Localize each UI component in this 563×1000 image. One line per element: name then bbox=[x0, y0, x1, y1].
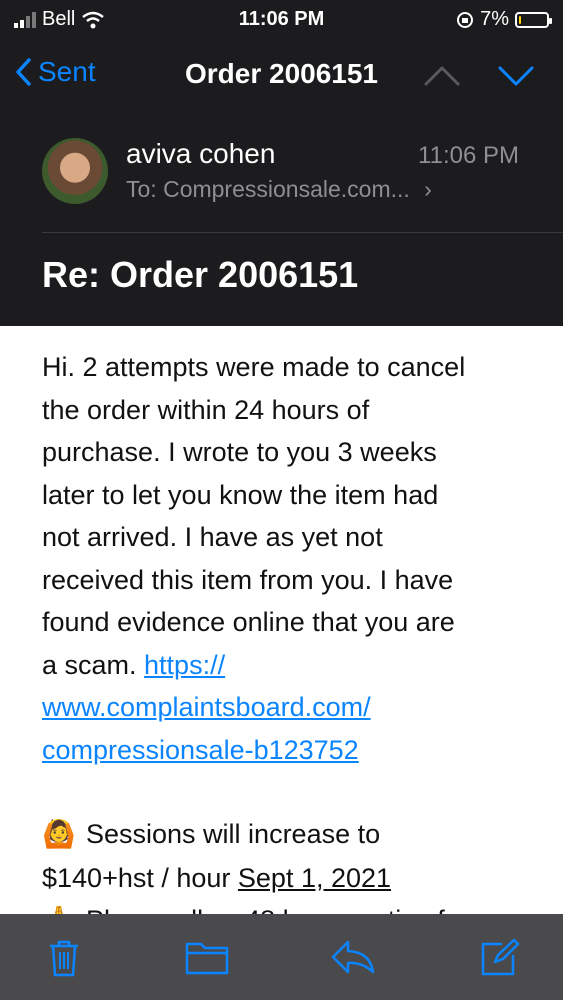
orientation-lock-icon bbox=[457, 11, 474, 28]
compose-icon[interactable] bbox=[478, 938, 520, 978]
link[interactable]: compressionsale-b123752 bbox=[42, 735, 359, 765]
body-line: received this item from you. I have bbox=[42, 564, 454, 595]
body-line: later to let you know the item had bbox=[42, 479, 439, 510]
body-line: Hi. 2 attempts were made to cancel bbox=[42, 352, 466, 382]
email-header: aviva cohen 11:06 PM To: Compressionsale… bbox=[0, 114, 563, 326]
battery-icon bbox=[515, 11, 552, 28]
message-text: Hi. 2 attempts were made to cancel the o… bbox=[42, 346, 532, 914]
to-label: To: bbox=[126, 176, 157, 202]
body-text: a scam. bbox=[42, 649, 145, 680]
signature-line: $140+hst / hour Sept 1, 2021 bbox=[42, 857, 532, 900]
battery-percent: 7% bbox=[480, 8, 509, 30]
signature-line: 🙏 Please allow 48 hours notice for bbox=[42, 899, 532, 914]
body-line: purchase. I wrote to you 3 weeks bbox=[42, 437, 437, 467]
recipient-row[interactable]: To: Compressionsale.com... › bbox=[126, 176, 432, 203]
chevron-up-icon[interactable] bbox=[422, 60, 462, 90]
chevron-right-icon: › bbox=[424, 176, 432, 202]
person-gesture-icon: 🙆 bbox=[42, 819, 76, 850]
sig-text: Please allow 48 hours notice for bbox=[86, 905, 469, 914]
email-time: 11:06 PM bbox=[418, 142, 519, 169]
avatar[interactable] bbox=[42, 138, 108, 204]
status-bar: Bell 11:06 PM 7% bbox=[0, 0, 563, 38]
email-body: Hi. 2 attempts were made to cancel the o… bbox=[0, 326, 563, 914]
reply-icon[interactable] bbox=[330, 938, 376, 976]
body-line: the order within 24 hours of bbox=[42, 394, 370, 425]
nav-bar: Sent Order 2006151 bbox=[0, 38, 563, 115]
chevron-down-icon[interactable] bbox=[496, 60, 536, 90]
body-line: not arrived. I have as yet not bbox=[42, 522, 383, 552]
link[interactable]: www.complaintsboard.com/ bbox=[42, 692, 371, 722]
divider bbox=[42, 232, 563, 233]
signature-line: 🙆 Sessions will increase to bbox=[42, 813, 532, 857]
bottom-toolbar bbox=[0, 914, 563, 1000]
link[interactable]: https:// bbox=[144, 650, 225, 680]
nav-title: Order 2006151 bbox=[184, 58, 379, 89]
sender-name[interactable]: aviva cohen bbox=[126, 138, 275, 170]
sig-text: Sessions will increase to bbox=[86, 819, 381, 849]
recipient[interactable]: Compressionsale.com... bbox=[163, 176, 410, 202]
body-line: a scam. https:// bbox=[42, 644, 532, 687]
folded-hands-icon: 🙏 bbox=[42, 900, 76, 914]
email-subject: Re: Order 2006151 bbox=[42, 254, 359, 295]
status-right: 7% bbox=[456, 8, 552, 31]
link-line: www.complaintsboard.com/ bbox=[42, 686, 532, 729]
link-line: compressionsale-b123752 bbox=[42, 729, 532, 772]
body-line: found evidence online that you are bbox=[42, 607, 455, 637]
trash-icon[interactable] bbox=[46, 938, 82, 978]
folder-icon[interactable] bbox=[184, 938, 230, 976]
date-link[interactable]: Sept 1, 2021 bbox=[238, 863, 391, 893]
sig-text: $140+hst / hour bbox=[42, 862, 238, 893]
